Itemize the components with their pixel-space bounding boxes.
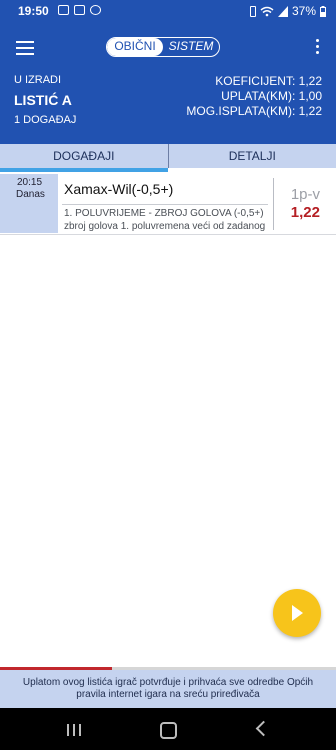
circle-icon [90,5,101,15]
app-header: OBIČNI SISTEM U IZRADI LISTIĆ A 1 DOGAĐA… [0,24,336,144]
event-row[interactable]: 20:15 Danas Xamax-Wil(-0,5+) 1. POLUVRIJ… [0,174,336,235]
back-icon[interactable] [255,720,272,737]
play-button[interactable] [273,589,321,637]
stat-stake: UPLATA(KM): 1,00 [221,89,322,103]
tab-detalji[interactable]: DETALJI [169,144,336,168]
image-icon [74,5,85,15]
battery-icon [320,5,326,17]
active-tab-indicator [0,168,168,172]
event-time-box: 20:15 Danas [0,174,58,233]
event-divider [62,204,268,205]
ticket-type-toggle[interactable]: OBIČNI SISTEM [106,37,220,57]
event-vertical-divider [273,178,274,230]
ticket-state-label: U IZRADI [14,74,62,86]
battery-percent: 37% [291,4,316,18]
terms-text: Uplatom ovog listića igrač potvrđuje i p… [22,677,314,700]
event-time: 20:15 [17,177,43,188]
event-description: zbroj golova 1. poluvremena veći od zada… [64,221,266,232]
toggle-sistem[interactable]: SISTEM [163,38,219,56]
terms-footer: Uplatom ovog listića igrač potvrđuje i p… [0,670,336,708]
event-day: Danas [16,189,45,200]
event-pick: 1p-v [290,186,320,203]
more-options-icon[interactable] [316,39,320,57]
battery-saver-icon [249,5,256,17]
system-nav-bar [0,708,336,750]
ticket-stats: KOEFICIJENT: 1,22 UPLATA(KM): 1,00 MOG.I… [186,74,322,119]
toggle-obicni[interactable]: OBIČNI [107,38,163,56]
ticket-title: LISTIĆ A [14,92,72,108]
event-market: 1. POLUVRIJEME - ZBROJ GOLOVA (-0,5+) [64,208,264,219]
play-icon [292,605,303,621]
stat-coefficient: KOEFICIJENT: 1,22 [215,74,322,88]
recent-apps-icon[interactable] [67,724,81,736]
status-bar: 19:50 37% [0,0,336,24]
stat-possible-payout: MOG.ISPLATA(KM): 1,22 [186,104,322,118]
wifi-icon [260,6,274,16]
event-match: Xamax-Wil(-0,5+) [64,181,174,197]
notification-icons [58,5,101,15]
status-time: 19:50 [18,4,49,18]
menu-icon[interactable] [16,41,34,55]
tab-dogadaji[interactable]: DOGAĐAJI [0,144,169,168]
signal-icon [277,5,288,17]
events-count: 1 DOGAĐAJ [14,114,77,126]
tab-bar: DOGAĐAJI DETALJI [0,144,336,168]
event-odds: 1,22 [290,204,320,221]
calendar-icon [58,5,69,15]
home-icon[interactable] [160,722,177,739]
